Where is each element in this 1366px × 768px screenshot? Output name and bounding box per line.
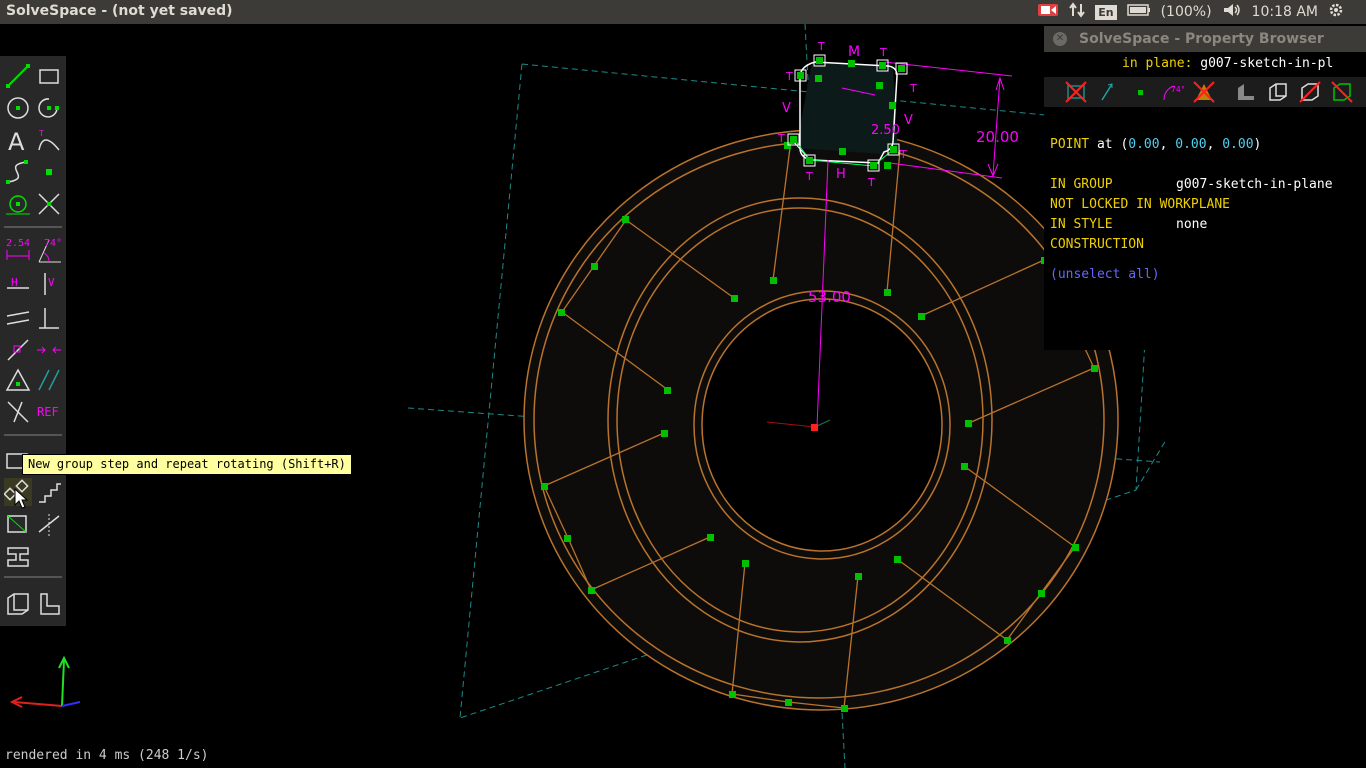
in-style-label: IN STYLE <box>1050 217 1113 232</box>
hide-workplanes-icon[interactable] <box>1064 80 1088 104</box>
ring-sketch <box>523 129 1119 711</box>
hide-faces-icon[interactable] <box>1192 80 1216 104</box>
tangent-label-2: T <box>879 46 887 59</box>
point-y-value[interactable]: 0.00 <box>1175 137 1206 152</box>
spline-tool-icon[interactable] <box>4 158 32 186</box>
construction-label: CONSTRUCTION <box>1050 237 1144 252</box>
network-icon[interactable] <box>1069 2 1086 22</box>
export-solid-icon[interactable] <box>4 590 32 618</box>
window-title: SolveSpace - (not yet saved) <box>6 3 233 19</box>
distance-constraint-label: 2.54 <box>6 238 31 249</box>
show-points-icon[interactable] <box>1128 80 1152 104</box>
text-tool-icon[interactable]: A <box>4 126 32 154</box>
tangent-label-6: T <box>805 170 813 183</box>
rectangle-tool-icon[interactable] <box>35 62 63 90</box>
lathe-group-icon[interactable] <box>35 510 63 538</box>
tangent-label-1: T <box>817 40 825 53</box>
step-translate-icon[interactable] <box>35 478 63 506</box>
show-normals-icon[interactable] <box>1096 80 1120 104</box>
vertical-label-left: V <box>782 101 791 116</box>
show-outlines-icon[interactable] <box>1330 80 1354 104</box>
toolbar-separator <box>4 576 62 578</box>
circle-tool-icon[interactable] <box>4 94 32 122</box>
vertical-constraint-label: V <box>48 276 55 289</box>
battery-icon[interactable] <box>1126 3 1151 21</box>
in-plane-value: g007-sketch-in-pl <box>1200 56 1334 71</box>
in-group-label: IN GROUP <box>1050 177 1113 192</box>
same-orientation-constraint-icon[interactable] <box>35 366 63 394</box>
datum-point-tool-icon[interactable] <box>35 158 63 186</box>
show-hidden-lines-icon[interactable] <box>1298 80 1322 104</box>
settings-gear-icon[interactable] <box>1328 2 1344 22</box>
tangent-arc-tool-icon[interactable]: T <box>35 126 63 154</box>
top-panel: SolveSpace - (not yet saved) En (100%) 1… <box>0 0 1366 24</box>
line-tool-icon[interactable] <box>4 62 32 90</box>
parallel-constraint-icon[interactable] <box>4 304 32 332</box>
sweep-group-icon[interactable] <box>4 542 32 570</box>
coord-sep-1: , <box>1159 137 1168 152</box>
tool-palette: A T 2.54 74° H V REF <box>0 56 66 626</box>
point-on-constraint-icon[interactable] <box>4 336 32 364</box>
system-tray: En (100%) 10:18 AM <box>1037 0 1366 24</box>
property-browser-toolbar: 74° <box>1044 77 1366 107</box>
dimension-label-20[interactable]: 20.00 <box>976 128 1019 146</box>
point-z-value[interactable]: 0.00 <box>1222 137 1253 152</box>
point-at-text: at <box>1096 137 1113 152</box>
split-curves-tool-icon[interactable] <box>35 190 63 218</box>
close-icon[interactable]: ✕ <box>1053 32 1067 46</box>
render-status: rendered in 4 ms (248 1/s) <box>5 748 209 763</box>
extrude-group-icon[interactable] <box>4 510 32 538</box>
axis-triad <box>9 655 81 708</box>
svg-text:T: T <box>38 129 44 138</box>
perpendicular-constraint-icon[interactable] <box>35 304 63 332</box>
unselect-all-link[interactable]: (unselect all) <box>1050 267 1160 282</box>
dimension-label-2-50[interactable]: 2.50 <box>871 123 900 138</box>
horizontal-constraint-icon[interactable] <box>4 270 32 298</box>
tangent-label-3: T <box>785 70 793 83</box>
horizontal-constraint-label: H <box>11 276 18 289</box>
dimension-label-53[interactable]: 53.00 <box>808 288 851 306</box>
tangent-label-5: T <box>777 132 785 145</box>
property-browser-titlebar: ✕ SolveSpace - Property Browser <box>1044 26 1366 52</box>
property-browser-title: SolveSpace - Property Browser <box>1079 31 1324 47</box>
equal-constraint-icon[interactable] <box>4 366 32 394</box>
tangent-label-8: T <box>899 148 907 161</box>
horizontal-label: H <box>836 167 846 182</box>
tangent-label-7: T <box>867 176 875 189</box>
symmetric-constraint-icon[interactable] <box>35 336 63 364</box>
toolbar-tooltip: New group step and repeat rotating (Shif… <box>22 454 352 475</box>
toolbar-separator <box>4 226 62 228</box>
svg-text:A: A <box>8 128 25 154</box>
show-constraints-icon[interactable]: 74° <box>1160 80 1184 104</box>
tangent-label-4: T <box>909 82 917 95</box>
keyboard-layout-indicator[interactable]: En <box>1095 4 1117 20</box>
arc-tool-icon[interactable] <box>35 94 63 122</box>
not-locked-label: NOT LOCKED IN WORKPLANE <box>1050 197 1231 212</box>
toolbar-separator <box>4 434 62 436</box>
import-group-icon[interactable] <box>35 590 63 618</box>
point-x-value[interactable]: 0.00 <box>1128 137 1159 152</box>
in-plane-label: in plane: <box>1122 56 1193 71</box>
in-style-value[interactable]: none <box>1176 217 1207 232</box>
property-browser: in plane: g007-sketch-in-pl 74° POINT at… <box>1044 52 1366 350</box>
construction-toggle-icon[interactable] <box>4 398 32 426</box>
coord-close: ) <box>1253 137 1262 152</box>
svg-text:74°: 74° <box>1171 85 1184 94</box>
midpoint-label: M <box>848 44 860 60</box>
show-shaded-icon[interactable] <box>1234 80 1258 104</box>
angle-constraint-label: 74° <box>44 238 63 249</box>
vertical-label-right: V <box>904 113 913 128</box>
record-icon[interactable] <box>1037 3 1059 21</box>
volume-icon[interactable] <box>1222 2 1242 22</box>
point-label: POINT <box>1050 137 1090 152</box>
workplane-tool-icon[interactable] <box>4 190 32 218</box>
reference-toggle-label[interactable]: REF <box>37 405 59 419</box>
in-group-value[interactable]: g007-sketch-in-plane <box>1176 177 1333 192</box>
battery-percent[interactable]: (100%) <box>1161 4 1212 20</box>
show-mesh-icon[interactable] <box>1266 80 1290 104</box>
clock[interactable]: 10:18 AM <box>1252 4 1318 20</box>
coord-sep-2: , <box>1206 137 1215 152</box>
